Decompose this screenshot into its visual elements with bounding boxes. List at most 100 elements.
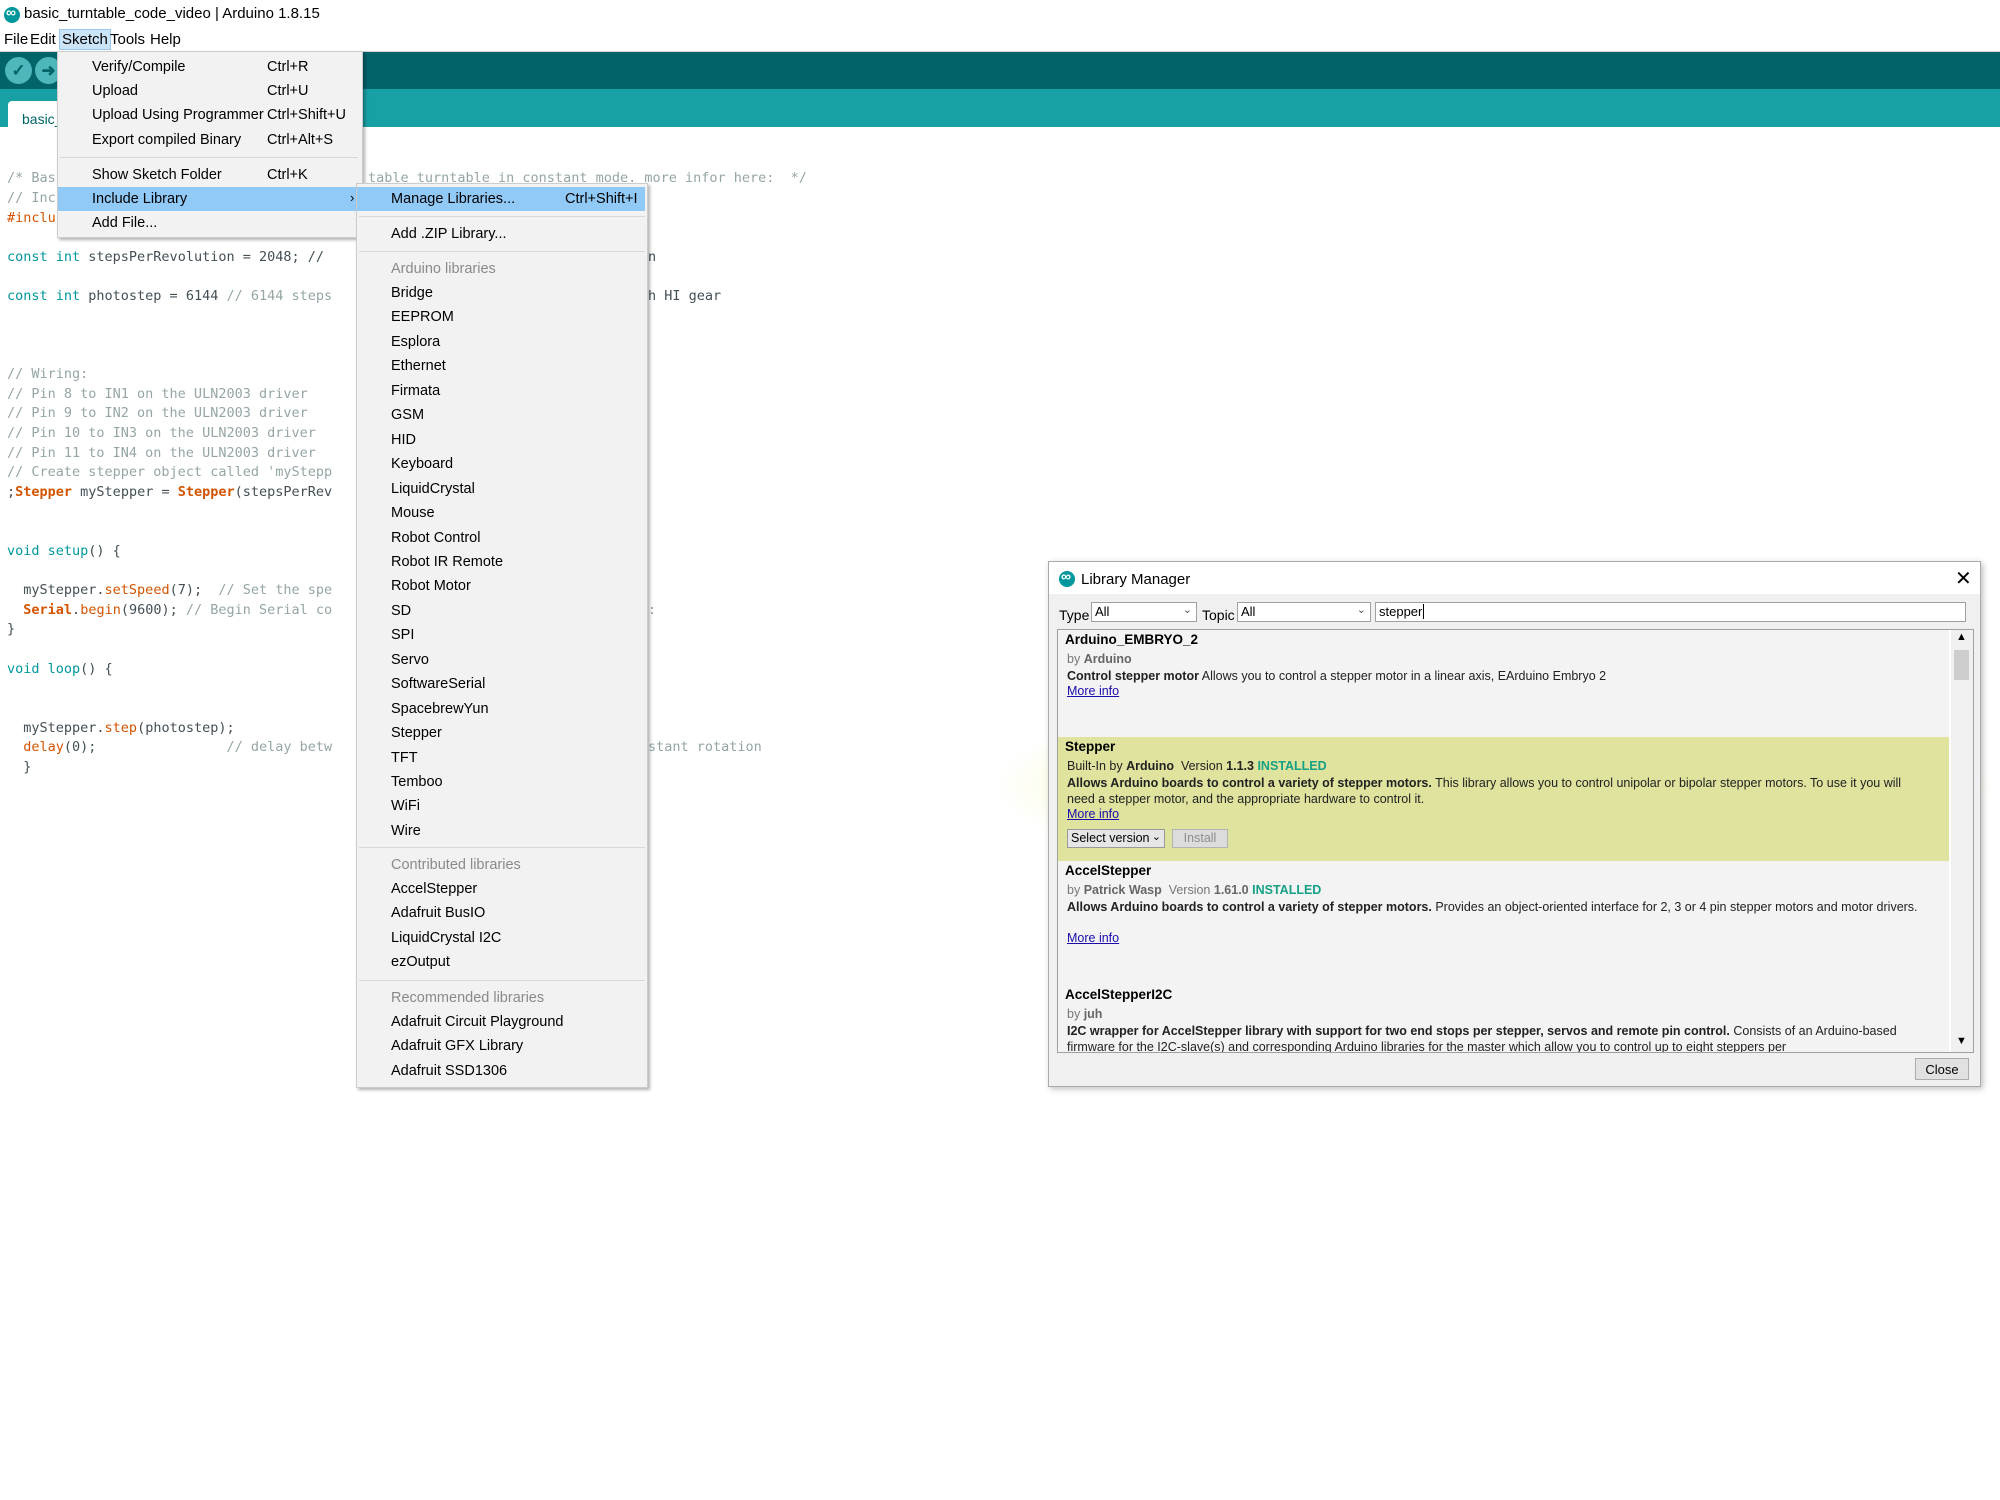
menu-item-manage-libraries[interactable]: Manage Libraries... Ctrl+Shift+I <box>357 187 645 211</box>
menu-item-library[interactable]: ezOutput <box>357 950 645 974</box>
menu-item-verify-compile[interactable]: Verify/Compile Ctrl+R <box>58 55 360 79</box>
code-text: photostep = 6144 <box>80 288 227 304</box>
menu-item-library[interactable]: Servo <box>357 648 645 672</box>
code-comment: // delay betw <box>226 739 333 755</box>
chevron-down-icon: ⌄ <box>1356 604 1366 616</box>
menu-item-library[interactable]: Mouse <box>357 501 645 525</box>
list-item[interactable]: AccelStepper by Patrick Wasp Version 1.6… <box>1058 861 1949 986</box>
menu-item-library[interactable]: Adafruit GFX Library <box>357 1034 645 1058</box>
type-select[interactable]: All ⌄ <box>1091 602 1197 622</box>
code-keyword: const int <box>7 249 81 265</box>
close-icon[interactable]: ✕ <box>1955 566 1972 591</box>
menu-tools[interactable]: Tools <box>108 30 147 49</box>
scroll-up-icon[interactable]: ▲ <box>1956 631 1967 643</box>
menu-header-arduino-libraries: Arduino libraries <box>357 257 645 281</box>
menu-item-library[interactable]: TFT <box>357 746 645 770</box>
code-keyword: const int <box>7 288 81 304</box>
menu-item-label: EEPROM <box>391 309 454 326</box>
close-button[interactable]: Close <box>1915 1058 1969 1080</box>
install-button[interactable]: Install <box>1172 829 1228 848</box>
menu-item-shortcut: Ctrl+R <box>267 59 309 75</box>
code-comment: // Inc <box>7 190 56 206</box>
menu-item-export-binary[interactable]: Export compiled Binary Ctrl+Alt+S <box>58 128 360 152</box>
code-function: loop <box>47 661 81 677</box>
menu-separator <box>359 216 645 217</box>
menu-item-add-file[interactable]: Add File... <box>58 211 360 235</box>
menu-item-library[interactable]: Adafruit Circuit Playground <box>357 1010 645 1034</box>
menu-edit[interactable]: Edit <box>28 30 58 49</box>
menu-item-library[interactable]: SPI <box>357 623 645 647</box>
sketch-menu: Verify/Compile Ctrl+R Upload Ctrl+U Upload… <box>57 51 363 238</box>
menu-item-library[interactable]: Esplora <box>357 330 645 354</box>
menu-separator <box>359 251 645 252</box>
menu-item-library[interactable]: LiquidCrystal I2C <box>357 926 645 950</box>
menu-item-library[interactable]: Firmata <box>357 379 645 403</box>
menu-item-library[interactable]: LiquidCrystal <box>357 477 645 501</box>
menu-item-library[interactable]: SD <box>357 599 645 623</box>
menu-item-label: SPI <box>391 627 415 644</box>
text-caret <box>1423 604 1425 619</box>
more-info-link[interactable]: More info <box>1067 807 1119 821</box>
menu-item-library[interactable]: Adafruit SSD1306 <box>357 1059 645 1083</box>
menu-item-label: Servo <box>391 651 429 668</box>
menu-item-library[interactable]: Temboo <box>357 770 645 794</box>
menu-item-label: Export compiled Binary <box>92 132 242 148</box>
menu-sketch[interactable]: Sketch <box>59 29 111 50</box>
menu-item-library[interactable]: Robot Motor <box>357 574 645 598</box>
menu-item-library[interactable]: HID <box>357 428 645 452</box>
menu-item-library[interactable]: Keyboard <box>357 452 645 476</box>
menu-item-label: AccelStepper <box>391 881 478 897</box>
more-info-link[interactable]: More info <box>1067 931 1119 945</box>
installed-badge: INSTALLED <box>1252 883 1322 897</box>
menu-item-label: LiquidCrystal <box>391 480 475 497</box>
topic-select-value: All <box>1241 604 1256 619</box>
menu-item-label: Show Sketch Folder <box>92 167 222 183</box>
search-input[interactable]: stepper <box>1375 602 1966 622</box>
menu-item-library[interactable]: Stepper <box>357 721 645 745</box>
verify-button[interactable]: ✓ <box>5 57 32 84</box>
scroll-down-icon[interactable]: ▼ <box>1956 1035 1967 1047</box>
library-list: Arduino_EMBRYO_2 by Arduino Control step… <box>1057 629 1974 1053</box>
menu-item-library[interactable]: Bridge <box>357 281 645 305</box>
menu-item-library[interactable]: Robot IR Remote <box>357 550 645 574</box>
code-line-fragment: h HI gear <box>648 288 722 304</box>
list-item[interactable]: AccelStepperI2C by juh I2C wrapper for A… <box>1058 985 1949 1052</box>
menu-item-library[interactable]: Ethernet <box>357 354 645 378</box>
author-prefix: by <box>1067 652 1081 666</box>
menu-item-library[interactable]: WiFi <box>357 794 645 818</box>
menu-separator <box>359 847 645 848</box>
menu-item-library[interactable]: Robot Control <box>357 526 645 550</box>
more-info-link[interactable]: More info <box>1067 684 1119 698</box>
menu-item-upload-programmer[interactable]: Upload Using Programmer Ctrl+Shift+U <box>58 103 360 127</box>
menu-item-library[interactable]: SpacebrewYun <box>357 697 645 721</box>
menu-item-label: Add .ZIP Library... <box>391 226 507 242</box>
menu-file[interactable]: File <box>2 30 30 49</box>
menu-item-library[interactable]: AccelStepper <box>357 877 645 901</box>
menu-separator <box>60 157 358 158</box>
menu-item-library[interactable]: GSM <box>357 403 645 427</box>
list-item[interactable]: Arduino_EMBRYO_2 by Arduino Control step… <box>1058 630 1949 738</box>
topic-select[interactable]: All ⌄ <box>1237 602 1371 622</box>
library-name: Arduino_EMBRYO_2 <box>1065 632 1199 647</box>
menu-item-label: TFT <box>391 749 418 766</box>
menu-item-include-library[interactable]: Include Library › <box>58 187 360 211</box>
menu-help[interactable]: Help <box>148 30 183 49</box>
scrollbar-thumb[interactable] <box>1954 650 1969 680</box>
menu-item-library[interactable]: SoftwareSerial <box>357 672 645 696</box>
menu-item-show-sketch-folder[interactable]: Show Sketch Folder Ctrl+K <box>58 163 360 187</box>
list-item-selected[interactable]: Stepper Built-In by Arduino Version 1.1.… <box>1058 737 1949 862</box>
version-select[interactable]: Select version ⌄ <box>1067 829 1165 848</box>
menu-item-add-zip-library[interactable]: Add .ZIP Library... <box>357 222 645 246</box>
installed-badge: INSTALLED <box>1257 759 1327 773</box>
list-scrollbar[interactable]: ▲ ▼ <box>1951 630 1973 1052</box>
menu-item-library[interactable]: Wire <box>357 819 645 843</box>
menu-item-library[interactable]: EEPROM <box>357 305 645 329</box>
code-line: // Pin 11 to IN4 on the ULN2003 driver <box>7 445 316 461</box>
menu-item-upload[interactable]: Upload Ctrl+U <box>58 79 360 103</box>
code-type: Stepper <box>15 484 73 500</box>
code-line: // Wiring: <box>7 366 89 382</box>
chevron-right-icon: › <box>350 190 355 205</box>
menu-item-label: Manage Libraries... <box>391 191 516 207</box>
menu-item-library[interactable]: Adafruit BusIO <box>357 901 645 925</box>
menu-header-contributed-libraries: Contributed libraries <box>357 853 645 877</box>
